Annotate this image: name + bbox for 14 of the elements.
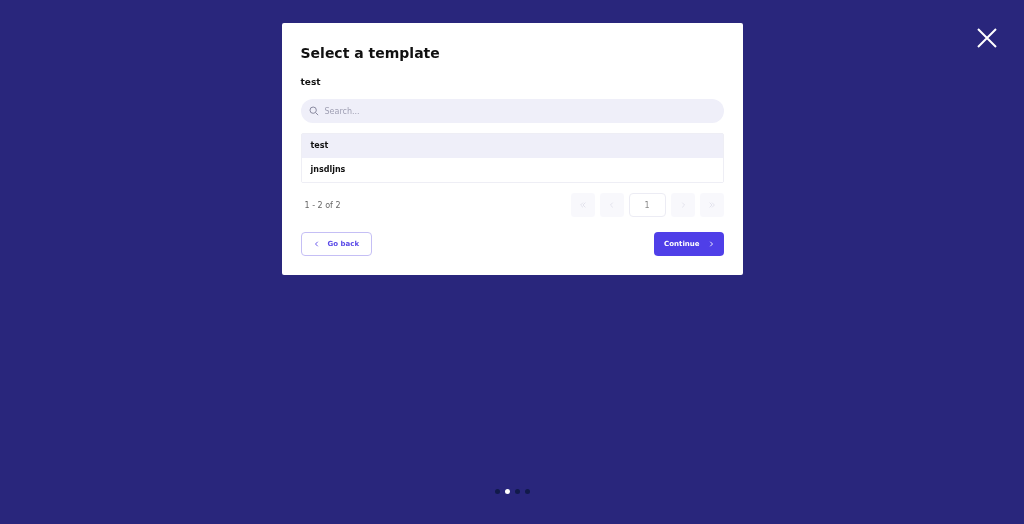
step-dot[interactable] (495, 489, 500, 494)
list-item[interactable]: test (301, 134, 723, 158)
step-dot[interactable] (505, 489, 510, 494)
page-range: 1 - 2 of 2 (303, 200, 341, 210)
step-dot[interactable] (525, 489, 530, 494)
close-icon[interactable] (976, 27, 998, 49)
step-dot[interactable] (515, 489, 520, 494)
search-field[interactable]: Search... (300, 99, 724, 123)
dialog-title: Select a template (300, 44, 441, 63)
chevron-left-icon (313, 240, 320, 248)
search-icon (308, 106, 319, 116)
chevron-right-icon (707, 240, 714, 248)
subtitle: test (300, 77, 322, 87)
page-number-field[interactable]: 1 (628, 193, 666, 217)
